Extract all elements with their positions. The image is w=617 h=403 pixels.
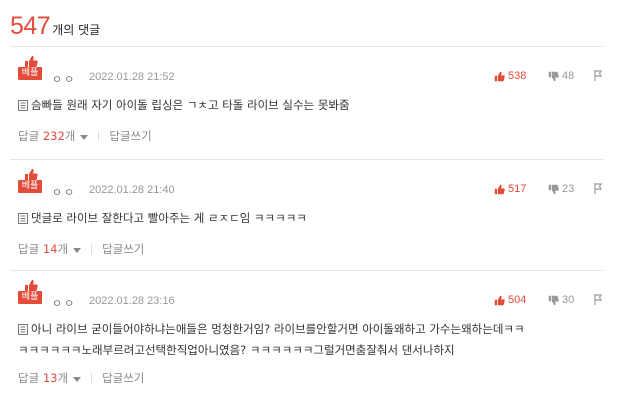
- write-reply-button[interactable]: 답글쓰기: [109, 128, 151, 144]
- dislike-button[interactable]: 23: [548, 183, 574, 195]
- comment-author[interactable]: ㅇㅇ: [52, 71, 76, 87]
- comment-body: 댓글로 라이브 잘한다고 빨아주는 게 ㄹㅈㄷ임 ㅋㅋㅋㅋㅋ: [18, 208, 603, 229]
- comment-text-line: ㅋㅋㅋㅋㅋㅋ노래부르려고선택한직업아니였음? ㅋㅋㅋㅋㅋㅋ그럴거면춤잘춰서 댄서…: [18, 343, 455, 357]
- thumbs-up-icon: [494, 184, 505, 194]
- comment-divider: [10, 159, 603, 160]
- footer-separator: [91, 373, 93, 383]
- footer-separator: [91, 244, 93, 254]
- thumbs-down-icon: [548, 184, 559, 194]
- comment-footer: 답글 232개 답글쓰기: [18, 128, 152, 144]
- comment-body: 슴빠들 원래 자기 아이돌 립싱은 ㄱㅊ고 타돌 라이브 실수는 못봐줌: [18, 95, 603, 116]
- chevron-down-icon: [73, 248, 82, 253]
- best-badge: 베플: [18, 169, 42, 197]
- report-flag-icon[interactable]: [594, 294, 603, 305]
- comment-item: 베플 ㅇㅇ 2022.01.28 21:40 517 23 댓글로 라이브 잘한…: [0, 169, 617, 269]
- comment-text-line: 아니 라이브 굳이들어야하냐는애들은 멍청한거임? 라이브를안할거면 아이돌왜하…: [18, 319, 603, 340]
- thumbs-up-icon: [494, 71, 505, 81]
- comment-date: 2022.01.28 23:16: [89, 295, 175, 307]
- comment-count-label: 개의 댓글: [52, 23, 101, 37]
- like-count: 504: [508, 294, 527, 306]
- document-icon: [18, 324, 28, 335]
- chevron-down-icon: [73, 377, 82, 382]
- best-badge: 베플: [18, 280, 42, 308]
- comment-footer: 답글 14개 답글쓰기: [18, 241, 144, 257]
- comment-divider: [10, 270, 603, 271]
- best-badge: 베플: [18, 56, 42, 84]
- comment-footer: 답글 13개 답글쓰기: [18, 370, 144, 386]
- like-button[interactable]: 504: [494, 294, 526, 306]
- best-badge-label: 베플: [18, 67, 42, 80]
- document-icon: [18, 213, 28, 224]
- reply-toggle[interactable]: 답글 232개: [18, 128, 89, 144]
- comment-count-header: 547 개의 댓글: [10, 12, 100, 41]
- like-button[interactable]: 517: [494, 183, 526, 195]
- chevron-down-icon: [80, 135, 89, 140]
- dislike-count: 23: [562, 183, 575, 195]
- thumbs-down-icon: [548, 71, 559, 81]
- write-reply-button[interactable]: 답글쓰기: [102, 241, 144, 257]
- comment-text-line: 슴빠들 원래 자기 아이돌 립싱은 ㄱㅊ고 타돌 라이브 실수는 못봐줌: [18, 95, 603, 116]
- like-count: 517: [508, 183, 527, 195]
- comment-date: 2022.01.28 21:40: [89, 184, 175, 196]
- report-flag-icon[interactable]: [594, 183, 603, 194]
- dislike-count: 30: [562, 294, 575, 306]
- dislike-button[interactable]: 30: [548, 294, 574, 306]
- reply-toggle[interactable]: 답글 14개: [18, 241, 82, 257]
- comment-date: 2022.01.28 21:52: [89, 71, 175, 83]
- document-icon: [18, 100, 28, 111]
- comment-body: 아니 라이브 굳이들어야하냐는애들은 멍청한거임? 라이브를안할거면 아이돌왜하…: [18, 319, 603, 361]
- comment-item: 베플 ㅇㅇ 2022.01.28 23:16 504 30 아니 라이브 굳이들…: [0, 280, 617, 403]
- reply-toggle[interactable]: 답글 13개: [18, 370, 82, 386]
- comment-text-line: 댓글로 라이브 잘한다고 빨아주는 게 ㄹㅈㄷ임 ㅋㅋㅋㅋㅋ: [18, 208, 603, 229]
- thumbs-up-icon: [494, 295, 505, 305]
- write-reply-button[interactable]: 답글쓰기: [102, 370, 144, 386]
- header-divider: [10, 46, 603, 47]
- comment-author[interactable]: ㅇㅇ: [52, 184, 76, 200]
- dislike-button[interactable]: 48: [548, 70, 574, 82]
- dislike-count: 48: [562, 70, 575, 82]
- like-button[interactable]: 538: [494, 70, 526, 82]
- footer-separator: [98, 131, 100, 141]
- comment-count: 547: [10, 12, 51, 40]
- like-count: 538: [508, 70, 527, 82]
- thumbs-down-icon: [548, 295, 559, 305]
- report-flag-icon[interactable]: [594, 70, 603, 81]
- best-badge-label: 베플: [18, 180, 42, 193]
- best-badge-label: 베플: [18, 291, 42, 304]
- comment-item: 베플 ㅇㅇ 2022.01.28 21:52 538 48 슴빠들 원래 자기 …: [0, 56, 617, 160]
- comment-author[interactable]: ㅇㅇ: [52, 295, 76, 311]
